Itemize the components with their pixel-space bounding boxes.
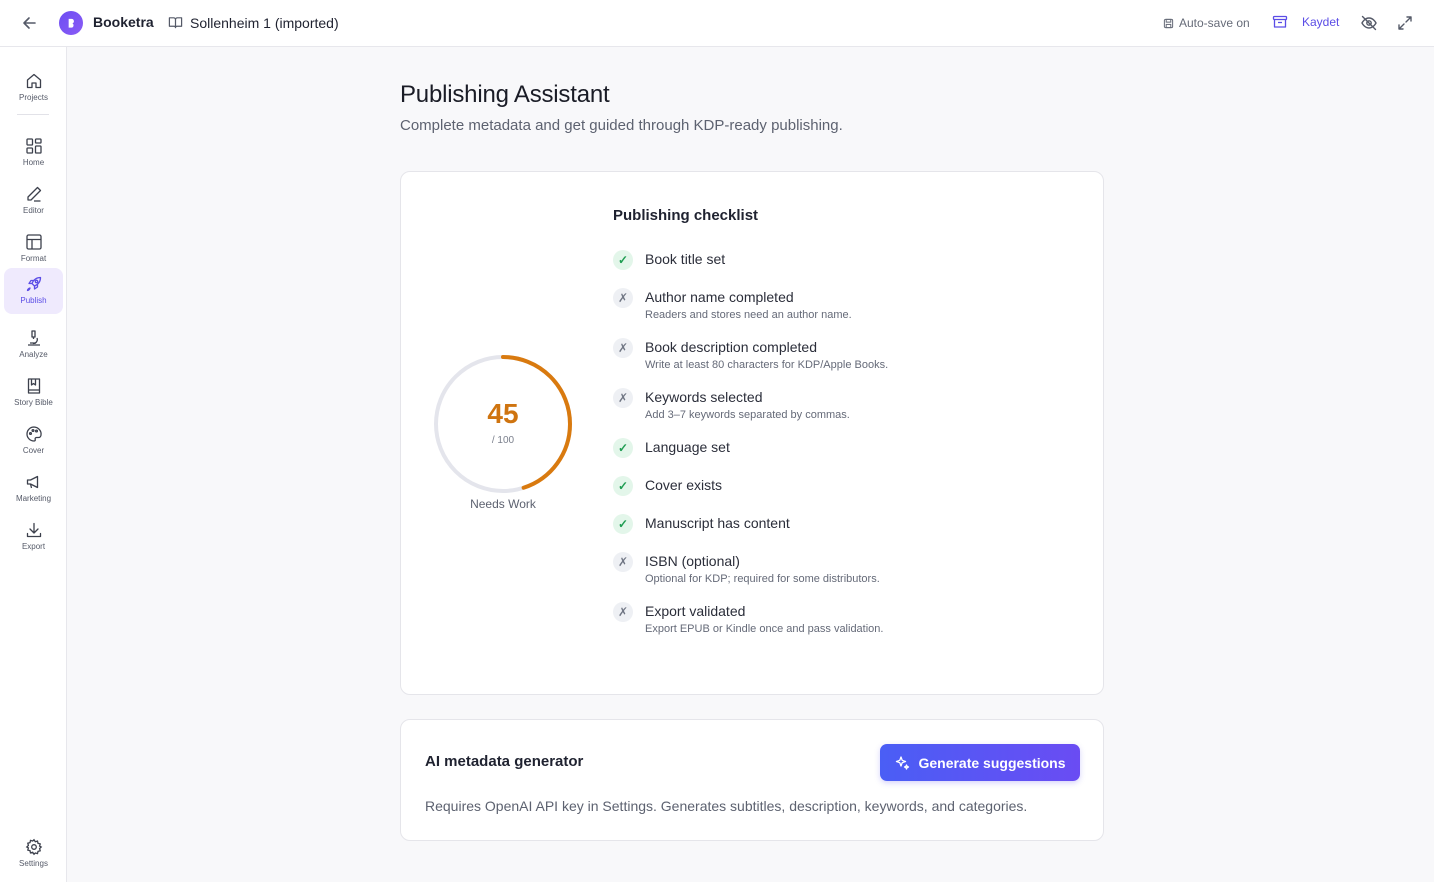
grid-icon xyxy=(25,138,42,154)
checklist-item-description: Readers and stores need an author name. xyxy=(645,309,852,321)
checklist-item-description: Export EPUB or Kindle once and pass vali… xyxy=(645,623,884,635)
save-button[interactable]: Kaydet xyxy=(1272,14,1339,30)
checklist-item-label: Author name completed xyxy=(645,289,794,305)
sidebar-item-label: Settings xyxy=(19,859,48,868)
score-status: Needs Work xyxy=(470,497,536,511)
generate-suggestions-button[interactable]: Generate suggestions xyxy=(880,744,1080,781)
sidebar-item-settings[interactable]: Settings xyxy=(4,831,63,876)
sidebar-item-publish[interactable]: Publish xyxy=(4,268,63,314)
sidebar-divider xyxy=(17,114,49,115)
score-gauge: 45 / 100 xyxy=(432,353,574,495)
check-todo-icon: ✗ xyxy=(613,388,633,408)
book-open-icon xyxy=(168,17,183,29)
sidebar-item-label: Format xyxy=(20,254,47,263)
sidebar-item-story-bible[interactable]: Story Bible xyxy=(4,370,63,415)
checklist-item-description: Add 3–7 keywords separated by commas. xyxy=(645,409,850,421)
microscope-icon xyxy=(27,330,40,346)
checklist-item-label: Keywords selected xyxy=(645,389,763,405)
checklist-item-label: Cover exists xyxy=(645,477,723,493)
sidebar-item-label: Cover xyxy=(22,446,45,455)
sidebar-item-label: Projects xyxy=(19,93,48,102)
check-done-icon: ✓ xyxy=(613,514,633,534)
ai-metadata-card: AI metadata generator Generate suggestio… xyxy=(400,719,1104,841)
checklist-item-label: Book title set xyxy=(645,251,726,267)
download-icon xyxy=(26,522,41,538)
checklist-item: ✓ Book title set xyxy=(613,249,1073,270)
checklist-item: ✓ Cover exists xyxy=(613,475,1073,496)
expand-icon[interactable] xyxy=(1397,15,1413,31)
ai-title: AI metadata generator xyxy=(425,753,584,770)
sidebar-item-home[interactable]: Home xyxy=(4,130,63,175)
checklist-item-description: Optional for KDP; required for some dist… xyxy=(645,573,880,585)
checklist-item: ✓ Manuscript has content xyxy=(613,513,1073,534)
checklist-item-label: Export validated xyxy=(645,603,746,619)
checklist-item: ✗ Export validated Export EPUB or Kindle o… xyxy=(613,601,1073,637)
sidebar: Projects Home Editor Format Publish Anal… xyxy=(0,47,67,882)
score-max: / 100 xyxy=(491,435,515,446)
layout-icon xyxy=(25,234,42,250)
checklist-item-label: Language set xyxy=(645,439,730,455)
home-icon xyxy=(26,73,41,89)
project-name[interactable]: Sollenheim 1 (imported) xyxy=(190,15,339,31)
gear-icon xyxy=(25,838,42,856)
check-todo-icon: ✗ xyxy=(613,338,633,358)
sidebar-item-projects[interactable]: Projects xyxy=(4,65,63,110)
sidebar-item-label: Marketing xyxy=(15,494,52,503)
palette-icon xyxy=(25,426,42,442)
sparkles-icon xyxy=(896,755,910,770)
rocket-icon xyxy=(26,276,41,292)
autosave-label: Auto-save on xyxy=(1179,16,1250,30)
check-done-icon: ✓ xyxy=(613,476,633,496)
sidebar-item-editor[interactable]: Editor xyxy=(4,178,63,223)
page-title: Publishing Assistant xyxy=(400,81,610,108)
checklist-item-label: ISBN (optional) xyxy=(645,553,740,569)
generate-suggestions-label: Generate suggestions xyxy=(918,754,1066,771)
checklist-item: ✗ Keywords selected Add 3–7 keywords separ… xyxy=(613,387,1073,423)
check-done-icon: ✓ xyxy=(613,250,633,270)
save-label: Kaydet xyxy=(1302,15,1340,29)
sidebar-item-label: Analyze xyxy=(19,350,48,359)
ai-description: Requires OpenAI API key in Settings. Gen… xyxy=(425,798,1028,814)
sidebar-item-format[interactable]: Format xyxy=(4,226,63,271)
checklist-item: ✓ Language set xyxy=(613,437,1073,458)
top-bar: Booketra Sollenheim 1 (imported) Auto-sa… xyxy=(0,0,1434,47)
sidebar-item-export[interactable]: Export xyxy=(4,514,63,559)
checklist-title: Publishing checklist xyxy=(613,207,759,224)
checklist: ✓ Book title set ✗ Author name completed Rea… xyxy=(613,249,1073,651)
save-disk-icon xyxy=(1163,18,1174,28)
check-todo-icon: ✗ xyxy=(613,288,633,308)
score-value: 45 xyxy=(487,398,519,429)
autosave-indicator: Auto-save on xyxy=(1163,16,1250,30)
checklist-item: ✗ Book description completed Write at leas… xyxy=(613,337,1073,373)
sidebar-item-label: Editor xyxy=(23,206,44,215)
sidebar-item-cover[interactable]: Cover xyxy=(4,418,63,463)
page-subtitle: Complete metadata and get guided through… xyxy=(400,117,843,134)
sidebar-item-label: Story Bible xyxy=(14,398,53,407)
check-done-icon: ✓ xyxy=(613,438,633,458)
sidebar-item-analyze[interactable]: Analyze xyxy=(4,322,63,367)
eye-off-icon[interactable] xyxy=(1360,14,1378,32)
sidebar-item-label: Export xyxy=(21,542,46,551)
sidebar-item-marketing[interactable]: Marketing xyxy=(4,466,63,511)
sidebar-item-label: Publish xyxy=(20,296,47,305)
pen-icon xyxy=(26,186,41,202)
publishing-checklist-card: 45 / 100 Needs Work Publishing checklist… xyxy=(400,171,1104,695)
app-name: Booketra xyxy=(93,14,154,30)
checklist-item: ✗ ISBN (optional) Optional for KDP; requir… xyxy=(613,551,1073,587)
back-arrow-icon[interactable] xyxy=(20,13,40,33)
checklist-item: ✗ Author name completed Readers and stores… xyxy=(613,287,1073,323)
archive-icon xyxy=(1272,15,1288,28)
check-todo-icon: ✗ xyxy=(613,552,633,572)
megaphone-icon xyxy=(26,475,38,489)
checklist-item-label: Manuscript has content xyxy=(645,515,790,531)
bookmark-book-icon xyxy=(27,378,40,394)
check-todo-icon: ✗ xyxy=(613,602,633,622)
checklist-item-label: Book description completed xyxy=(645,339,817,355)
sidebar-item-label: Home xyxy=(22,158,45,167)
app-logo-icon xyxy=(59,11,83,35)
checklist-item-description: Write at least 80 characters for KDP/App… xyxy=(645,359,889,371)
